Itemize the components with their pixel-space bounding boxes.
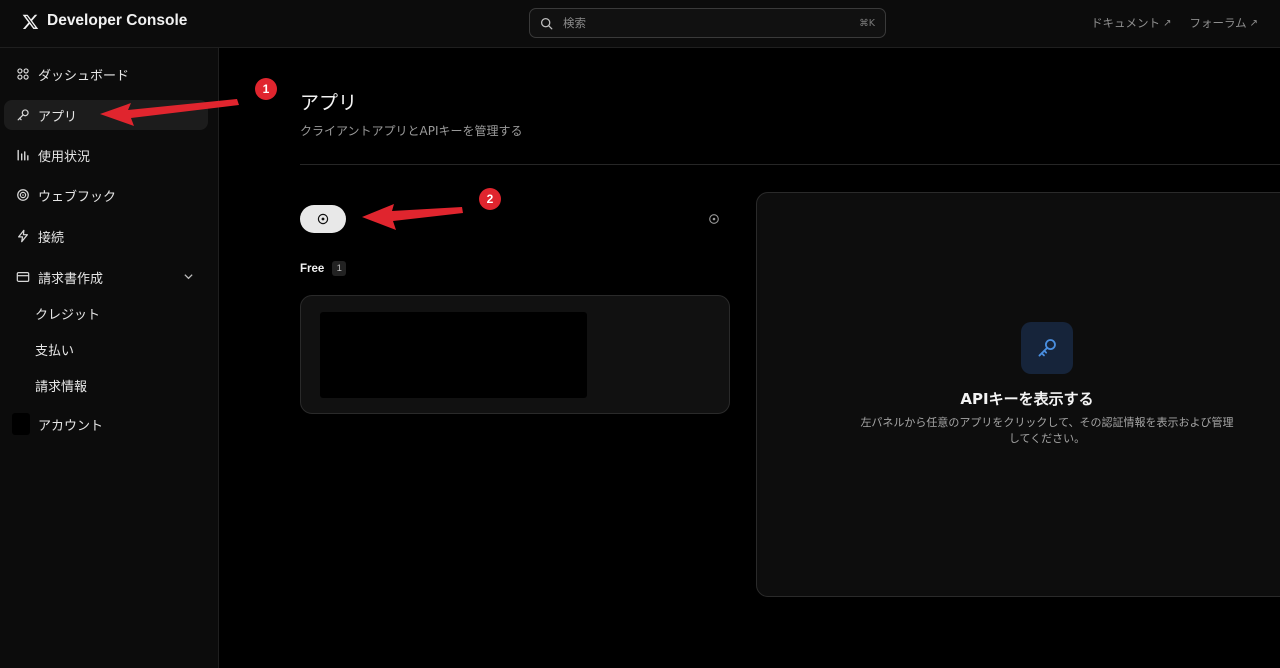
search-shortcut: ⌘K xyxy=(859,17,875,29)
grid-icon xyxy=(16,67,30,81)
external-link-icon: ↗ xyxy=(1163,17,1172,29)
sidebar: ダッシュボード アプリ 使用状況 ウェブフック 接続 請求書作成 クレジット 支… xyxy=(0,48,219,668)
sidebar-item-usage[interactable]: 使用状況 xyxy=(4,140,208,170)
key-icon xyxy=(16,108,30,122)
sidebar-item-label: アプリ xyxy=(38,109,78,125)
count-badge: 1 xyxy=(332,261,347,276)
annotation-marker-2: 2 xyxy=(479,188,501,210)
detail-title: APIキーを表示する xyxy=(960,390,1094,408)
key-icon xyxy=(1038,339,1056,357)
docs-link[interactable]: ドキュメント ↗ xyxy=(1091,15,1171,31)
search-icon xyxy=(540,17,553,29)
page-subtitle: クライアントアプリとAPIキーを管理する xyxy=(300,124,523,138)
sidebar-item-webhooks[interactable]: ウェブフック xyxy=(4,180,208,210)
search-input[interactable]: 検索 ⌘K xyxy=(529,8,886,38)
chevron-down-icon[interactable] xyxy=(183,271,194,282)
sidebar-item-apps[interactable]: アプリ xyxy=(4,100,208,130)
sidebar-subitem-payments[interactable]: 支払い xyxy=(35,340,74,359)
top-bar: Developer Console 検索 ⌘K ドキュメント ↗ フォーラム ↗ xyxy=(0,0,1280,48)
sidebar-item-label: 請求書作成 xyxy=(38,271,104,287)
sidebar-item-label: ウェブフック xyxy=(38,189,117,205)
key-icon-box xyxy=(1021,322,1073,374)
sidebar-item-label: ダッシュボード xyxy=(38,68,130,84)
sidebar-item-label: アカウント xyxy=(38,418,104,434)
bolt-icon xyxy=(16,229,30,243)
detail-description: 左パネルから任意のアプリをクリックして、その認証情報を表示および管理してください… xyxy=(860,416,1234,445)
search-placeholder: 検索 xyxy=(563,16,586,30)
annotation-arrow-2 xyxy=(362,204,463,230)
app-group-label: Free 1 xyxy=(300,261,347,276)
bar-chart-icon xyxy=(16,148,30,162)
app-card[interactable] xyxy=(300,295,730,414)
external-link-icon: ↗ xyxy=(1249,17,1258,29)
docs-link-label: ドキュメント xyxy=(1091,16,1161,30)
sidebar-item-connections[interactable]: 接続 xyxy=(4,221,208,251)
forum-link-label: フォーラム xyxy=(1189,16,1247,30)
create-app-button[interactable] xyxy=(300,205,346,233)
redacted-app-name xyxy=(320,312,587,398)
sidebar-item-label: 接続 xyxy=(38,230,65,246)
divider xyxy=(300,164,1280,165)
annotation-marker-1: 1 xyxy=(255,78,277,100)
forum-link[interactable]: フォーラム ↗ xyxy=(1189,15,1258,31)
api-key-detail-panel: APIキーを表示する 左パネルから任意のアプリをクリックして、その認証情報を表示… xyxy=(756,192,1280,597)
sidebar-item-label: 使用状況 xyxy=(38,149,91,165)
target-icon xyxy=(16,188,30,202)
header-links: ドキュメント ↗ フォーラム ↗ xyxy=(1091,15,1258,31)
sidebar-item-account[interactable]: アカウント xyxy=(4,409,208,439)
credit-card-icon xyxy=(16,270,30,284)
avatar xyxy=(12,413,30,435)
sidebar-item-billing[interactable]: 請求書作成 xyxy=(4,262,208,292)
sidebar-item-dashboard[interactable]: ダッシュボード xyxy=(4,59,208,89)
settings-icon[interactable] xyxy=(708,213,720,225)
brand[interactable]: Developer Console xyxy=(22,12,187,30)
brand-name: Developer Console xyxy=(47,12,188,29)
sidebar-subitem-credits[interactable]: クレジット xyxy=(35,304,100,323)
page-title: アプリ xyxy=(300,92,358,114)
x-logo-icon xyxy=(22,14,39,29)
group-name: Free xyxy=(300,262,325,275)
sidebar-subitem-billing-info[interactable]: 請求情報 xyxy=(35,376,87,395)
plus-circle-icon xyxy=(317,213,329,225)
